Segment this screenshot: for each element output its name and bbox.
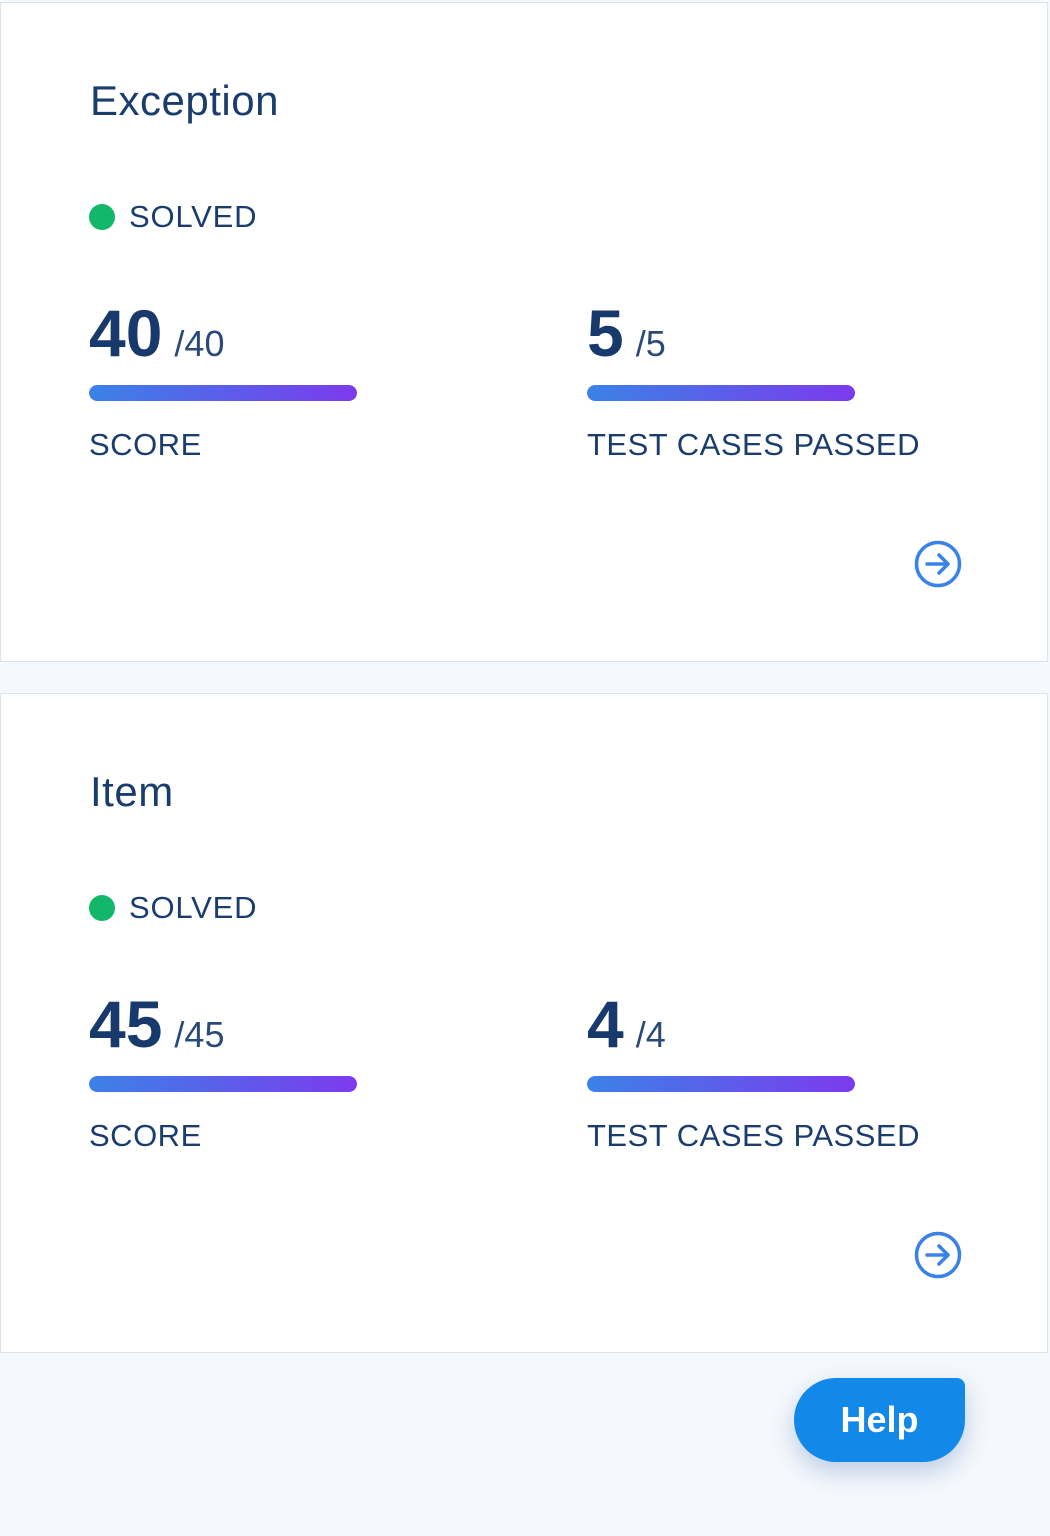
test-cases-total: /4 (635, 1014, 666, 1055)
test-cases-value: 5 (587, 296, 624, 370)
test-cases-progress-fill (587, 1076, 855, 1092)
test-cases-label: TEST CASES PASSED (587, 427, 920, 462)
score-label: SCORE (89, 1118, 202, 1153)
help-button[interactable]: Help (794, 1378, 965, 1462)
arrow-right-circle-icon[interactable] (914, 1231, 962, 1279)
challenge-card: Exception SOLVED 40 /40 SCORE 5 /5 TEST … (0, 2, 1048, 662)
score-progress-bar (89, 385, 357, 401)
card-title: Exception (90, 77, 279, 124)
score-label: SCORE (89, 427, 202, 462)
test-cases-metric: 4 /4 TEST CASES PASSED (587, 984, 987, 1154)
score-progress-fill (89, 1076, 357, 1092)
test-cases-progress-bar (587, 1076, 855, 1092)
card-title: Item (90, 768, 174, 815)
status-indicator: SOLVED (89, 199, 257, 235)
status-label: SOLVED (129, 199, 258, 234)
test-cases-progress-fill (587, 385, 855, 401)
score-progress-fill (89, 385, 357, 401)
score-metric: 45 /45 SCORE (89, 984, 489, 1154)
score-value: 45 (89, 987, 163, 1061)
status-label: SOLVED (129, 890, 258, 925)
arrow-right-circle-icon[interactable] (914, 540, 962, 588)
status-dot (89, 895, 115, 921)
score-metric: 40 /40 SCORE (89, 293, 489, 463)
test-cases-metric: 5 /5 TEST CASES PASSED (587, 293, 987, 463)
score-total: /40 (174, 323, 225, 364)
score-total: /45 (174, 1014, 225, 1055)
test-cases-progress-bar (587, 385, 855, 401)
test-cases-total: /5 (635, 323, 666, 364)
status-dot (89, 204, 115, 230)
score-progress-bar (89, 1076, 357, 1092)
score-value: 40 (89, 296, 163, 370)
status-indicator: SOLVED (89, 890, 257, 926)
challenge-card: Item SOLVED 45 /45 SCORE 4 /4 TEST CASES… (0, 693, 1048, 1353)
test-cases-value: 4 (587, 987, 624, 1061)
test-cases-label: TEST CASES PASSED (587, 1118, 920, 1153)
